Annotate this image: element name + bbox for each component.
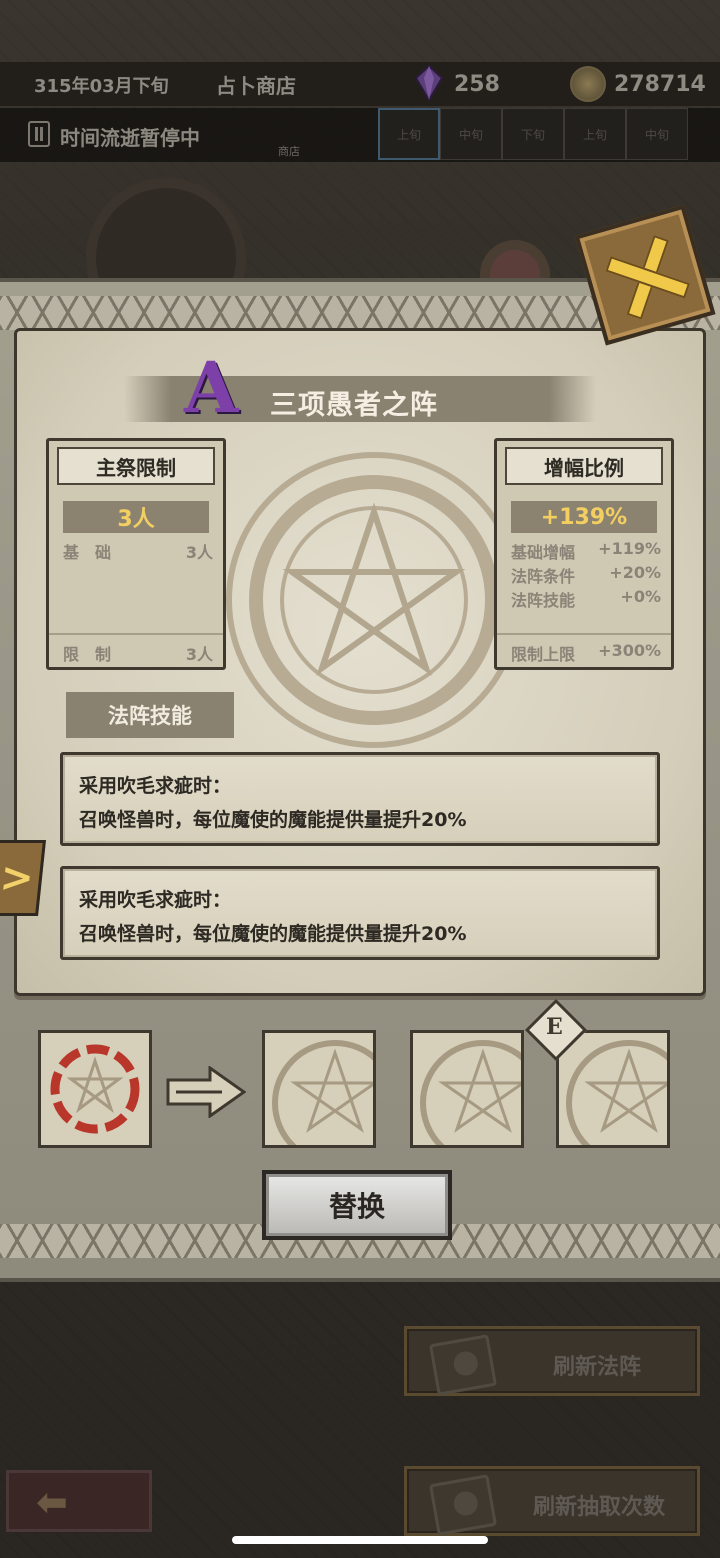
array-option-slot[interactable] (410, 1030, 524, 1148)
skill-condition: 采用吹毛求疵时： (79, 889, 232, 911)
magic-circle-emblem (226, 452, 522, 748)
home-indicator[interactable] (232, 1536, 488, 1544)
skill-card: 采用吹毛求疵时： 召唤怪兽时，每位魔使的魔能提供量提升20% (60, 866, 660, 960)
priest-limit-row: 限 制 3人 (63, 641, 213, 665)
back-button[interactable] (6, 1470, 152, 1532)
refresh-array-button[interactable]: 刷新法阵 (404, 1326, 700, 1396)
boost-ratio-panel: 增幅比例 +139% 基础增幅 +119% 法阵条件 +20% 法阵技能 +0%… (494, 438, 674, 670)
skill-card: 采用吹毛求疵时： 召唤怪兽时，每位魔使的魔能提供量提升20% (60, 752, 660, 846)
tab-period-2[interactable]: 中旬 (440, 108, 502, 160)
row-label: 限 制 (63, 645, 112, 664)
row-label: 法阵技能 (511, 591, 576, 610)
game-date: 315年03月下旬 (34, 76, 169, 97)
magic-circle-icon (566, 1040, 667, 1145)
row-label: 基 础 (63, 543, 112, 562)
magic-circle-icon (420, 1040, 521, 1145)
refresh-array-label: 刷新法阵 (552, 1355, 641, 1380)
refresh-draws-button[interactable]: 刷新抽取次数 (404, 1466, 700, 1536)
skills-tab: 法阵技能 (66, 692, 234, 738)
boost-cap-row: 限制上限 +300% (511, 641, 661, 665)
row-value: +119% (598, 539, 661, 558)
priest-limit-title: 主祭限制 (57, 447, 215, 485)
tab-period-3[interactable]: 下旬 (502, 108, 564, 160)
row-label: 法阵条件 (511, 567, 576, 586)
priest-limit-panel: 主祭限制 3人 基 础 3人 限 制 3人 (46, 438, 226, 670)
boost-condition-row: 法阵条件 +20% (511, 563, 661, 587)
magic-circle-icon (272, 1040, 373, 1145)
panel-divider (49, 633, 223, 635)
row-value: 3人 (185, 645, 213, 664)
priest-base-row: 基 础 3人 (63, 539, 213, 563)
row-label: 限制上限 (511, 645, 576, 664)
boost-ratio-value: +139% (511, 501, 657, 533)
grade-badge: A (184, 346, 239, 429)
gem-count: 258 (454, 72, 500, 97)
pause-icon[interactable] (28, 121, 50, 147)
priest-limit-value: 3人 (63, 501, 209, 533)
game-screen: { "status": { "date": "315年03月下旬", "loca… (0, 0, 720, 1558)
refresh-draws-label: 刷新抽取次数 (532, 1495, 665, 1520)
row-label: 基础增幅 (511, 543, 576, 562)
coin-icon (570, 66, 606, 102)
current-array-slot[interactable] (38, 1030, 152, 1148)
row-value: +20% (609, 563, 661, 582)
panel-divider (497, 633, 671, 635)
replace-button[interactable]: 替换 (262, 1170, 452, 1240)
array-option-slot[interactable] (262, 1030, 376, 1148)
boost-ratio-title: 增幅比例 (505, 447, 663, 485)
grade-e-label: E (546, 1014, 563, 1040)
pause-status: 时间流逝暂停中 (60, 126, 200, 150)
back-arrow-icon: ⬅ (36, 1480, 68, 1524)
row-value: +300% (598, 641, 661, 660)
array-title: 三项愚者之阵 (270, 390, 438, 421)
skill-effect: 召唤怪兽时，每位魔使的魔能提供量提升20% (79, 809, 467, 831)
expand-arrow-button[interactable]: > (0, 840, 46, 916)
video-ad-icon (428, 1474, 498, 1536)
array-option-slot[interactable] (556, 1030, 670, 1148)
skill-condition: 采用吹毛求疵时： (79, 775, 232, 797)
coin-count: 278714 (614, 72, 706, 97)
red-seal-icon (50, 1044, 140, 1134)
shop-tab-label[interactable]: 商店 (278, 143, 300, 159)
tab-period-4[interactable]: 上旬 (564, 108, 626, 160)
replace-arrow-icon (166, 1066, 246, 1118)
boost-base-row: 基础增幅 +119% (511, 539, 661, 563)
tab-period-1[interactable]: 上旬 (378, 108, 440, 160)
row-value: 3人 (185, 543, 213, 562)
location-name: 占卜商店 (216, 74, 296, 98)
row-value: +0% (620, 587, 661, 606)
tab-period-5[interactable]: 中旬 (626, 108, 688, 160)
skill-effect: 召唤怪兽时，每位魔使的魔能提供量提升20% (79, 923, 467, 945)
boost-skill-row: 法阵技能 +0% (511, 587, 661, 611)
period-tabs: 上旬 中旬 下旬 上旬 中旬 (378, 108, 688, 160)
gem-icon (414, 64, 444, 102)
video-ad-icon (428, 1334, 498, 1396)
